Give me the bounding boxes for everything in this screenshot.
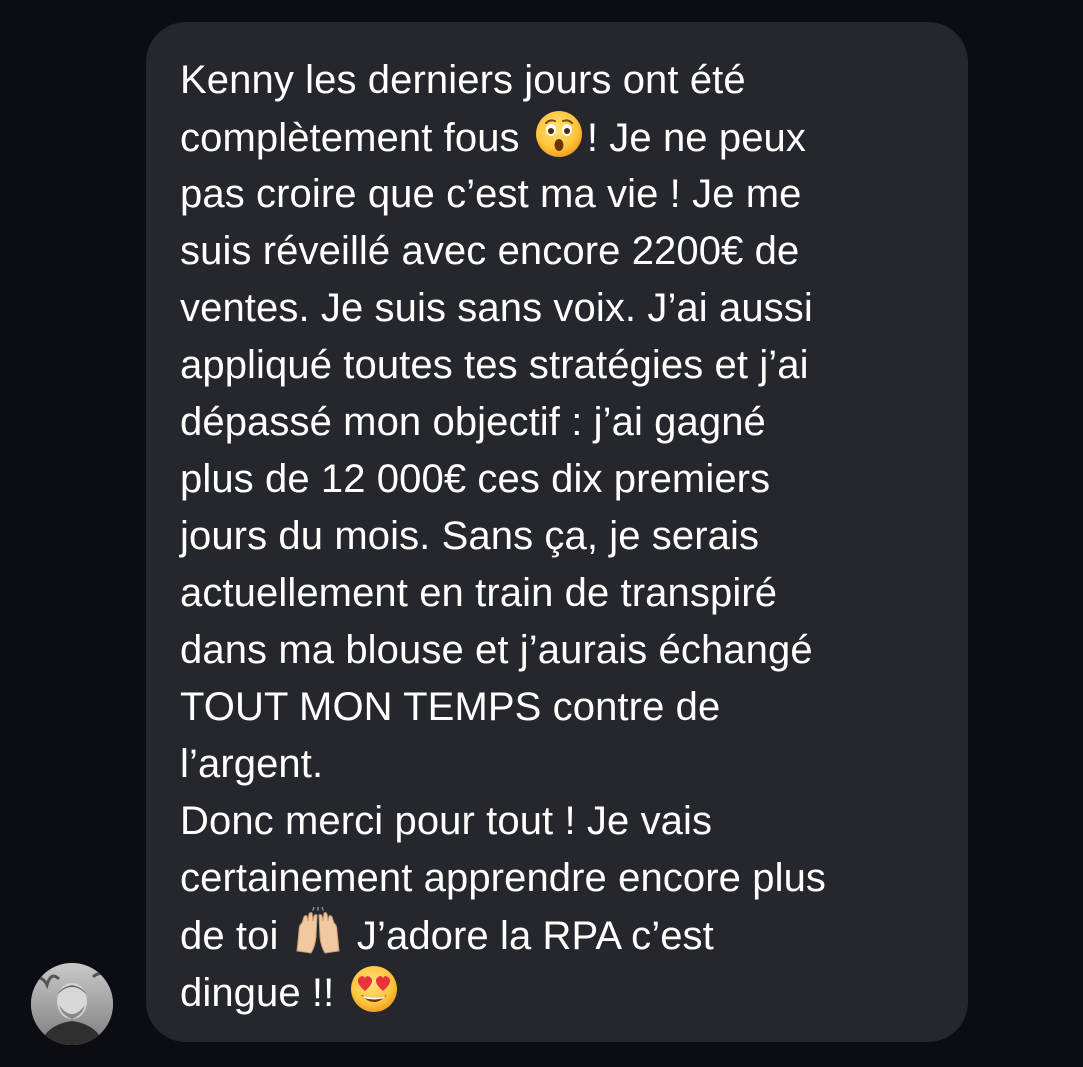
message-line: ventes. Je suis sans voix. J’ai aussi (180, 286, 813, 330)
raising-hands-emoji-icon (296, 907, 340, 954)
profile-photo-avatar-icon (31, 963, 113, 1045)
message-line: de toi J’adore la RPA c’est (180, 907, 948, 964)
message-line: pas croire que c’est ma vie ! Je me (180, 172, 802, 216)
message-text: ! Je ne peux (586, 116, 807, 160)
message-line: dingue !! (180, 964, 948, 1021)
message-text: dingue !! (180, 971, 335, 1015)
message-text: de toi (180, 914, 279, 958)
heart-eyes-emoji-icon (350, 966, 397, 1012)
avatar[interactable] (31, 963, 113, 1045)
astonished-face-emoji-icon (535, 111, 582, 157)
message-line: Donc merci pour tout ! Je vais (180, 799, 713, 843)
message-line: certainement apprendre encore plus (180, 856, 827, 900)
message-line: appliqué toutes tes stratégies et j’ai (180, 343, 809, 387)
message-line: l’argent. (180, 742, 324, 786)
message-line: jours du mois. Sans ça, je serais (180, 514, 760, 558)
message-bubble[interactable]: Kenny les derniers jours ont été complèt… (146, 22, 968, 1042)
message-line: dans ma blouse et j’aurais échangé (180, 628, 813, 672)
message-line: actuellement en train de transpiré (180, 571, 778, 615)
message-line: TOUT MON TEMPS contre de (180, 685, 721, 729)
message-line: dépassé mon objectif : j’ai gagné (180, 400, 766, 444)
message-text: J’adore la RPA c’est (356, 914, 714, 958)
message-line: Kenny les derniers jours ont été (180, 58, 746, 102)
message-line: suis réveillé avec encore 2200€ de (180, 229, 800, 273)
message-line: plus de 12 000€ ces dix premiers (180, 457, 771, 501)
message-text: complètement fous (180, 116, 520, 160)
message-line: complètement fous ! Je ne peux (180, 109, 948, 166)
